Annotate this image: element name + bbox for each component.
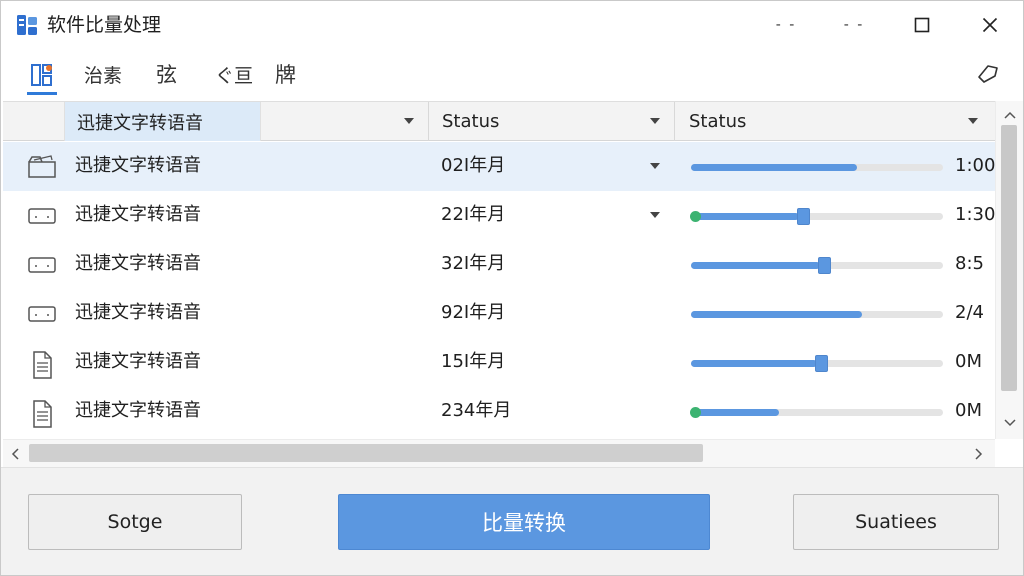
scroll-up-icon[interactable] bbox=[1004, 111, 1016, 119]
app-window: 软件比量处理 - - - - 治素 弦 ぐ亘 牌 迅捷文字转语音 Status … bbox=[0, 0, 1024, 576]
column-header-status-2-label: Status bbox=[689, 111, 747, 132]
restore-button[interactable]: - - bbox=[831, 7, 877, 43]
table-row[interactable]: 迅捷文字转语音 32I年月 8:5 bbox=[3, 240, 995, 289]
maximize-icon bbox=[914, 17, 930, 33]
left-action-button[interactable]: Sotge bbox=[28, 494, 242, 550]
drive-icon bbox=[27, 301, 57, 327]
chevron-down-icon bbox=[650, 118, 660, 124]
progress-slider[interactable] bbox=[691, 311, 943, 318]
row-file-name: 迅捷文字转语音 bbox=[75, 351, 201, 372]
window-title: 软件比量处理 bbox=[47, 14, 162, 36]
row-file-name: 迅捷文字转语音 bbox=[75, 400, 201, 421]
row-file-name: 迅捷文字转语音 bbox=[75, 204, 201, 225]
progress-slider[interactable] bbox=[691, 164, 943, 171]
header-icon-cell bbox=[3, 102, 65, 141]
row-duration: 0M bbox=[955, 400, 982, 421]
chevron-down-icon bbox=[404, 118, 414, 124]
minimize-icon: - - bbox=[775, 17, 797, 33]
column-header-status-label: Status bbox=[442, 111, 500, 132]
maximize-button[interactable] bbox=[899, 7, 945, 43]
column-header-name[interactable]: 迅捷文字转语音 bbox=[65, 102, 261, 141]
close-button[interactable] bbox=[967, 7, 1013, 43]
row-file-name: 迅捷文字转语音 bbox=[75, 253, 201, 274]
tag-icon bbox=[978, 65, 998, 83]
progress-slider[interactable] bbox=[691, 257, 943, 274]
row-dropdown-icon[interactable] bbox=[649, 211, 661, 219]
right-action-button[interactable]: Suatiees bbox=[793, 494, 999, 550]
tab-item-3[interactable]: ぐ亘 bbox=[215, 57, 253, 91]
horizontal-scroll-thumb[interactable] bbox=[29, 444, 703, 462]
status-dot bbox=[690, 211, 701, 222]
vertical-scrollbar[interactable] bbox=[995, 101, 1023, 439]
progress-slider[interactable] bbox=[690, 407, 943, 418]
restore-icon: - - bbox=[843, 17, 865, 33]
progress-fill bbox=[691, 213, 799, 220]
row-file-name: 迅捷文字转语音 bbox=[75, 302, 201, 323]
row-date: 234年月 bbox=[441, 400, 512, 421]
column-header-status-2[interactable]: Status bbox=[675, 102, 995, 141]
chevron-down-icon bbox=[968, 118, 978, 124]
footer-bar: Sotge 比量转换 Suatiees bbox=[1, 467, 1023, 575]
table-row[interactable]: 迅捷文字转语音 15I年月 0M bbox=[3, 338, 995, 387]
column-header-status[interactable]: Status bbox=[429, 102, 675, 141]
tab-item-4[interactable]: 牌 bbox=[275, 57, 296, 91]
folder-icon bbox=[27, 154, 57, 180]
column-header-name-ext[interactable] bbox=[261, 102, 429, 141]
slider-thumb[interactable] bbox=[818, 257, 831, 274]
file-table: 迅捷文字转语音 Status Status 迅捷文字转语音 02I年月 1:00 迅捷… bbox=[3, 101, 995, 441]
vertical-scroll-thumb[interactable] bbox=[1001, 125, 1017, 391]
title-bar: 软件比量处理 - - - - bbox=[1, 1, 1023, 49]
tab-item-2[interactable]: 弦 bbox=[156, 57, 177, 91]
table-row[interactable]: 迅捷文字转语音 22I年月 1:30 bbox=[3, 191, 995, 240]
row-date: 15I年月 bbox=[441, 351, 506, 372]
progress-fill bbox=[691, 262, 820, 269]
progress-slider[interactable] bbox=[691, 355, 943, 372]
scroll-left-icon[interactable] bbox=[11, 448, 19, 460]
progress-slider[interactable] bbox=[690, 208, 943, 225]
row-date: 02I年月 bbox=[441, 155, 506, 176]
scroll-right-icon[interactable] bbox=[975, 448, 983, 460]
batch-convert-button[interactable]: 比量转换 bbox=[338, 494, 710, 550]
progress-fill bbox=[691, 409, 779, 416]
minimize-button[interactable]: - - bbox=[763, 7, 809, 43]
close-icon bbox=[982, 17, 998, 33]
scroll-down-icon[interactable] bbox=[1004, 419, 1016, 427]
row-duration: 1:30 bbox=[955, 204, 995, 225]
row-dropdown-icon[interactable] bbox=[649, 162, 661, 170]
dashboard-icon bbox=[31, 63, 52, 86]
horizontal-scrollbar[interactable] bbox=[3, 439, 995, 467]
row-date: 22I年月 bbox=[441, 204, 506, 225]
table-row[interactable]: 迅捷文字转语音 92I年月 2/4 bbox=[3, 289, 995, 338]
table-row[interactable]: 迅捷文字转语音 02I年月 1:00 bbox=[3, 142, 995, 191]
tag-button[interactable] bbox=[973, 57, 1003, 91]
table-header: 迅捷文字转语音 Status Status bbox=[3, 101, 995, 141]
row-date: 92I年月 bbox=[441, 302, 506, 323]
app-logo-icon bbox=[17, 15, 37, 35]
row-duration: 1:00 bbox=[955, 155, 995, 176]
drive-icon bbox=[27, 203, 57, 229]
table-row[interactable]: 迅捷文字转语音 234年月 0M bbox=[3, 387, 995, 436]
row-duration: 0M bbox=[955, 351, 982, 372]
row-date: 32I年月 bbox=[441, 253, 506, 274]
tab-item-1[interactable]: 治素 bbox=[84, 57, 122, 91]
progress-fill bbox=[691, 311, 862, 318]
row-duration: 8:5 bbox=[955, 253, 984, 274]
document-icon bbox=[27, 399, 57, 428]
tab-dashboard[interactable] bbox=[27, 57, 57, 95]
document-icon bbox=[27, 350, 57, 379]
progress-fill bbox=[691, 360, 817, 367]
row-duration: 2/4 bbox=[955, 302, 984, 323]
toolbar: 治素 弦 ぐ亘 牌 bbox=[1, 51, 1023, 95]
row-file-name: 迅捷文字转语音 bbox=[75, 155, 201, 176]
slider-thumb[interactable] bbox=[815, 355, 828, 372]
status-dot bbox=[690, 407, 701, 418]
drive-icon bbox=[27, 252, 57, 278]
slider-thumb[interactable] bbox=[797, 208, 810, 225]
progress-fill bbox=[691, 164, 857, 171]
